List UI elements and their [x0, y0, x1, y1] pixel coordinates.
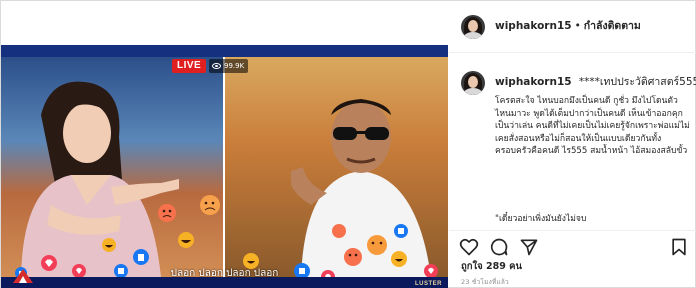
haha-reaction-icon: [178, 232, 194, 248]
share-icon[interactable]: [519, 237, 539, 257]
haha-reaction-icon: [243, 253, 259, 269]
bookmark-icon[interactable]: [669, 237, 689, 257]
angry-reaction-icon: [158, 204, 176, 222]
video-caption: ปลอก ปลอก ปลอก ปลอก: [170, 268, 279, 279]
post-video[interactable]: LIVE 99.9K ปลอก ปลอก ปลอก ปลอก LUSTER: [1, 45, 448, 288]
comment-headline: ****เทปประวัติศาสตร์5555: [578, 76, 696, 88]
likes-count[interactable]: ถูกใจ 289 คน: [461, 259, 522, 274]
haha-reaction-icon: [102, 238, 116, 252]
haha-reaction-icon: [391, 251, 407, 267]
post-side-panel: wiphakorn15 • กำลังติดตาม wiphakorn15 ****…: [449, 1, 696, 288]
following-button[interactable]: กำลังติดตาม: [584, 20, 641, 32]
action-bar: [449, 230, 696, 260]
comment-body: โครตสะใจ ไหนบอกมึงเป็นคนดี กูชั่ว มึงไปโ…: [495, 96, 690, 156]
comment-avatar[interactable]: [461, 71, 485, 95]
caption-comment: wiphakorn15 ****เทปประวัติศาสตร์5555 โคร…: [449, 61, 696, 231]
like-reaction-icon: [133, 249, 149, 265]
angry-reaction-icon: [200, 195, 220, 215]
channel-watermark: LUSTER: [415, 281, 442, 287]
post-header: wiphakorn15 • กำลังติดตาม: [449, 1, 696, 53]
angry-reaction-icon: [344, 248, 362, 266]
header-user-line: wiphakorn15 • กำลังติดตาม: [495, 19, 641, 33]
header-username[interactable]: wiphakorn15: [495, 20, 572, 32]
floating-reactions: [15, 195, 438, 288]
comment-header: wiphakorn15 ****เทปประวัติศาสตร์5555: [495, 73, 696, 90]
comment-extra: "เดี๋ยวอย่าเพิ่งมันยังไม่จบ: [495, 214, 587, 224]
heart-icon[interactable]: [459, 237, 479, 257]
angry-reaction-icon: [332, 224, 346, 238]
like-reaction-icon: [394, 224, 408, 238]
separator-dot: •: [574, 20, 581, 32]
avatar[interactable]: [461, 15, 485, 39]
comment-username[interactable]: wiphakorn15: [495, 76, 572, 88]
channel-logo-icon: [13, 269, 33, 283]
post-timestamp: 23 ชั่วโมงที่แล้ว: [461, 278, 509, 286]
comment-icon[interactable]: [489, 237, 509, 257]
instagram-post: LIVE 99.9K ปลอก ปลอก ปลอก ปลอก LUSTER wi…: [0, 0, 696, 288]
angry-reaction-icon: [367, 235, 387, 255]
